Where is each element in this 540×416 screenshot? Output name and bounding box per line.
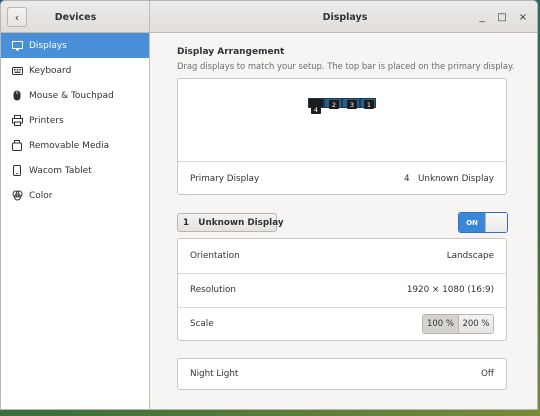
display-selector-button[interactable]: 1 Unknown Display bbox=[177, 213, 284, 232]
color-icon bbox=[11, 190, 23, 202]
scale-100-button[interactable]: 100 % bbox=[423, 315, 458, 333]
chevron-left-icon: ‹ bbox=[14, 10, 20, 24]
settings-window: Devices ‹ Displays _ □ × Displays Keyboa… bbox=[0, 0, 538, 410]
displays-panel: Display Arrangement Drag displays to mat… bbox=[151, 33, 537, 409]
sidebar-item-label: Printers bbox=[29, 115, 64, 126]
printer-icon bbox=[11, 115, 23, 127]
display-settings-card: Orientation Landscape Resolution 1920 × … bbox=[177, 238, 507, 341]
primary-display-select[interactable]: 4 Unknown Display bbox=[404, 174, 494, 184]
mouse-icon bbox=[11, 90, 23, 102]
monitor-number: 1 bbox=[364, 100, 374, 109]
sidebar-item-label: Displays bbox=[29, 40, 67, 51]
arrangement-area: 4 2 3 1 bbox=[178, 79, 506, 161]
monitor-3[interactable]: 3 bbox=[342, 98, 360, 109]
close-button[interactable]: × bbox=[516, 10, 530, 24]
close-icon: × bbox=[518, 11, 528, 23]
sidebar-header: Devices ‹ bbox=[1, 1, 150, 33]
header-bar: Devices ‹ Displays _ □ × bbox=[1, 1, 537, 33]
sidebar-item-mouse-touchpad[interactable]: Mouse & Touchpad bbox=[1, 83, 149, 108]
display-icon bbox=[11, 40, 23, 52]
sidebar-item-printers[interactable]: Printers bbox=[1, 108, 149, 133]
toggle-knob[interactable] bbox=[485, 213, 507, 232]
resolution-select[interactable]: 1920 × 1080 (16:9) bbox=[407, 285, 494, 295]
sidebar: Displays Keyboard Mouse & Touchpad Print… bbox=[1, 33, 150, 409]
night-light-card[interactable]: Night Light Off bbox=[177, 358, 507, 390]
divider bbox=[178, 273, 506, 274]
scale-label: Scale bbox=[190, 319, 214, 329]
sidebar-item-label: Mouse & Touchpad bbox=[29, 90, 114, 101]
divider bbox=[178, 161, 506, 162]
monitor-4[interactable]: 4 bbox=[308, 98, 324, 114]
monitor-number: 3 bbox=[347, 100, 357, 109]
keyboard-icon bbox=[11, 65, 23, 77]
orientation-label: Orientation bbox=[190, 251, 240, 261]
sidebar-item-label: Keyboard bbox=[29, 65, 72, 76]
monitor-number: 4 bbox=[311, 105, 321, 114]
night-light-value: Off bbox=[481, 369, 494, 379]
maximize-button[interactable]: □ bbox=[495, 10, 509, 24]
monitor-1[interactable]: 1 bbox=[360, 98, 376, 109]
monitor-number: 2 bbox=[329, 100, 339, 109]
toggle-on-label: ON bbox=[459, 213, 485, 232]
primary-display-label: Primary Display bbox=[190, 174, 260, 184]
sidebar-item-removable-media[interactable]: Removable Media bbox=[1, 133, 149, 158]
scale-200-button[interactable]: 200 % bbox=[458, 315, 493, 333]
minimize-icon: _ bbox=[479, 11, 485, 23]
arrangement-subtitle: Drag displays to match your setup. The t… bbox=[177, 61, 515, 71]
tablet-icon bbox=[11, 165, 23, 177]
scale-selector: 100 % 200 % bbox=[422, 314, 494, 334]
removable-media-icon bbox=[11, 140, 23, 152]
orientation-select[interactable]: Landscape bbox=[447, 251, 494, 261]
sidebar-item-displays[interactable]: Displays bbox=[1, 33, 149, 58]
sidebar-item-wacom-tablet[interactable]: Wacom Tablet bbox=[1, 158, 149, 183]
night-light-label: Night Light bbox=[190, 369, 239, 379]
minimize-button[interactable]: _ bbox=[475, 10, 489, 24]
sidebar-item-color[interactable]: Color bbox=[1, 183, 149, 208]
display-selector-label: 1 Unknown Display bbox=[183, 217, 284, 228]
sidebar-item-label: Removable Media bbox=[29, 140, 110, 151]
resolution-label: Resolution bbox=[190, 285, 236, 295]
arrangement-card: 4 2 3 1 Primary Display 4 Unknown Displa… bbox=[177, 78, 507, 195]
display-toggle[interactable]: ON bbox=[458, 212, 508, 233]
sidebar-item-label: Color bbox=[29, 190, 53, 201]
maximize-icon: □ bbox=[497, 11, 507, 23]
sidebar-item-keyboard[interactable]: Keyboard bbox=[1, 58, 149, 83]
back-button[interactable]: ‹ bbox=[7, 7, 27, 27]
monitor-2[interactable]: 2 bbox=[324, 98, 342, 109]
arrangement-title: Display Arrangement bbox=[177, 47, 285, 57]
divider bbox=[178, 307, 506, 308]
sidebar-item-label: Wacom Tablet bbox=[29, 165, 92, 176]
